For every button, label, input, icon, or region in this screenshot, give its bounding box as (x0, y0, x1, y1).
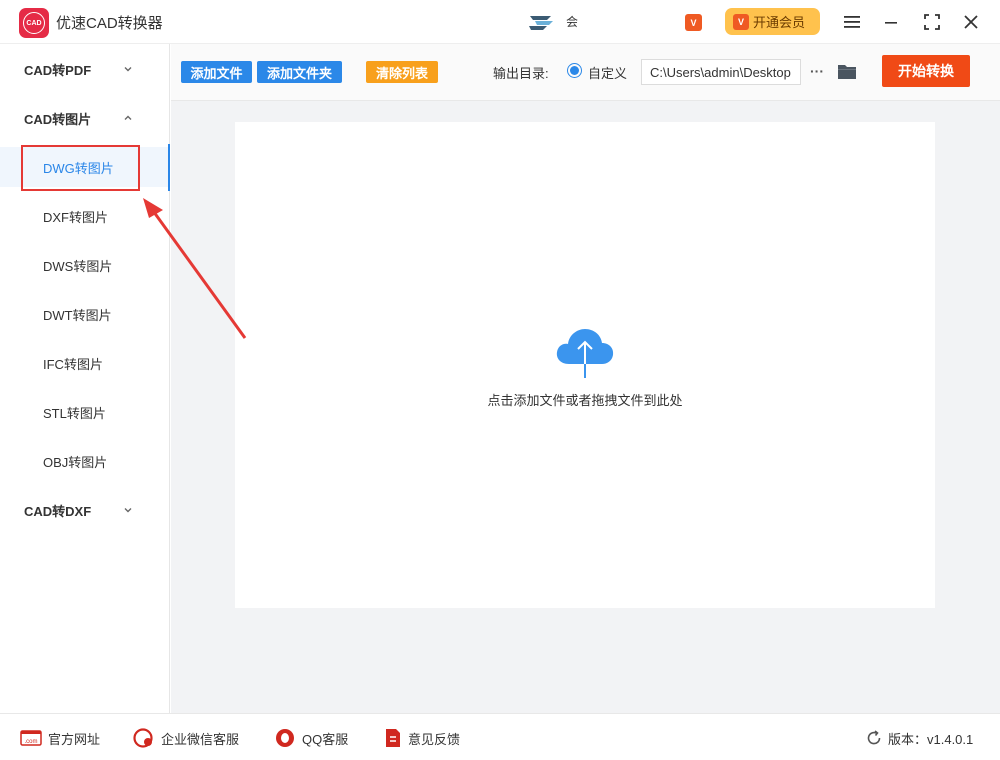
sidebar-item-stl-to-image[interactable]: STL转图片 (0, 392, 169, 432)
feedback-label: 意见反馈 (408, 731, 461, 747)
sidebar-item-label: DXF转图片 (43, 209, 109, 225)
sidebar-group-label: CAD转DXF (24, 503, 92, 519)
version-info[interactable]: 版本：v1.4.0.1 (866, 728, 973, 748)
version-label: 版本：v1.4.0.1 (888, 731, 974, 747)
radio-selected-dot (570, 66, 579, 75)
active-item-indicator (168, 144, 170, 191)
cloud-upload-icon (556, 329, 614, 378)
open-vip-label: 开通会员 (753, 15, 806, 30)
app-title: 优速CAD转换器 (56, 15, 163, 32)
sidebar-item-dwt-to-image[interactable]: DWT转图片 (0, 294, 169, 334)
website-label: 官方网址 (48, 731, 101, 747)
user-logo-icon (529, 16, 553, 30)
wechat-label: 企业微信客服 (161, 731, 240, 747)
website-icon: .com (20, 730, 42, 746)
qq-icon (276, 729, 294, 747)
menu-icon (844, 16, 860, 28)
qq-label: QQ客服 (302, 731, 349, 747)
more-options-button[interactable]: ··· (808, 59, 826, 83)
close-icon (964, 15, 978, 29)
minimize-icon (885, 22, 897, 24)
sidebar-item-obj-to-image[interactable]: OBJ转图片 (0, 441, 169, 481)
chevron-down-icon (124, 508, 132, 513)
svg-text:.com: .com (24, 739, 37, 745)
sidebar-group-label: CAD转图片 (24, 111, 92, 127)
maximize-icon (924, 14, 940, 30)
minimize-button[interactable] (879, 10, 903, 34)
app-logo-text: CAD (23, 12, 45, 34)
clear-list-button[interactable]: 清除列表 (366, 61, 438, 83)
sidebar-item-ifc-to-image[interactable]: IFC转图片 (0, 343, 169, 383)
menu-button[interactable] (840, 10, 864, 34)
vip-badge-icon[interactable]: V (685, 14, 702, 31)
toolbar: 添加文件 添加文件夹 清除列表 输出目录: 自定义 ··· 开始转换 (171, 44, 1000, 101)
app-logo-icon: CAD (19, 8, 49, 38)
refresh-icon (867, 730, 881, 745)
output-dir-label: 输出目录: (493, 66, 549, 81)
official-website-link[interactable]: .com 官方网址 (20, 728, 100, 748)
wechat-icon (133, 728, 153, 748)
folder-icon[interactable] (837, 63, 857, 80)
footer: .com 官方网址 企业微信客服 QQ客服 意见反馈 版本：v1.4.0.1 (0, 713, 1000, 760)
start-convert-button[interactable]: 开始转换 (882, 55, 970, 87)
drop-hint-text: 点击添加文件或者拖拽文件到此处 (487, 393, 683, 408)
file-drop-zone[interactable]: 点击添加文件或者拖拽文件到此处 (235, 122, 935, 608)
chevron-down-icon (124, 67, 132, 72)
add-folder-button[interactable]: 添加文件夹 (257, 61, 342, 83)
sidebar-item-label: OBJ转图片 (43, 454, 108, 470)
sidebar-item-dws-to-image[interactable]: DWS转图片 (0, 245, 169, 285)
title-bar: CAD 优速CAD转换器 会 V V 开通会员 (0, 0, 1000, 44)
feedback-icon (386, 729, 400, 747)
sidebar-group-label: CAD转PDF (24, 62, 92, 78)
feedback-link[interactable]: 意见反馈 (384, 728, 460, 748)
add-file-button[interactable]: 添加文件 (181, 61, 252, 83)
wechat-support-link[interactable]: 企业微信客服 (133, 728, 239, 748)
sidebar-item-label: STL转图片 (43, 405, 106, 421)
user-name[interactable]: 会 (566, 13, 578, 30)
open-vip-button[interactable]: V 开通会员 (725, 8, 820, 35)
sidebar-item-label: IFC转图片 (43, 356, 103, 372)
sidebar-item-label: DWG转图片 (43, 160, 114, 176)
custom-output-label[interactable]: 自定义 (588, 63, 627, 82)
sidebar-item-label: DWS转图片 (43, 258, 113, 274)
close-button[interactable] (959, 10, 983, 34)
sidebar-group-cad-to-image[interactable]: CAD转图片 (0, 98, 169, 138)
sidebar-group-cad-to-pdf[interactable]: CAD转PDF (0, 49, 169, 89)
custom-output-radio[interactable] (567, 63, 582, 78)
sidebar-group-cad-to-dxf[interactable]: CAD转DXF (0, 490, 169, 530)
sidebar-item-dwg-to-image[interactable]: DWG转图片 (0, 147, 169, 187)
sidebar-item-label: DWT转图片 (43, 307, 112, 323)
vip-icon: V (733, 13, 749, 30)
chevron-up-icon (124, 115, 132, 120)
sidebar: CAD转PDF CAD转图片 DWG转图片 DXF转图片 DWS转图片 DWT转… (0, 44, 170, 713)
output-path-input[interactable] (641, 59, 801, 85)
maximize-button[interactable] (920, 10, 944, 34)
qq-support-link[interactable]: QQ客服 (274, 728, 348, 748)
sidebar-item-dxf-to-image[interactable]: DXF转图片 (0, 196, 169, 236)
